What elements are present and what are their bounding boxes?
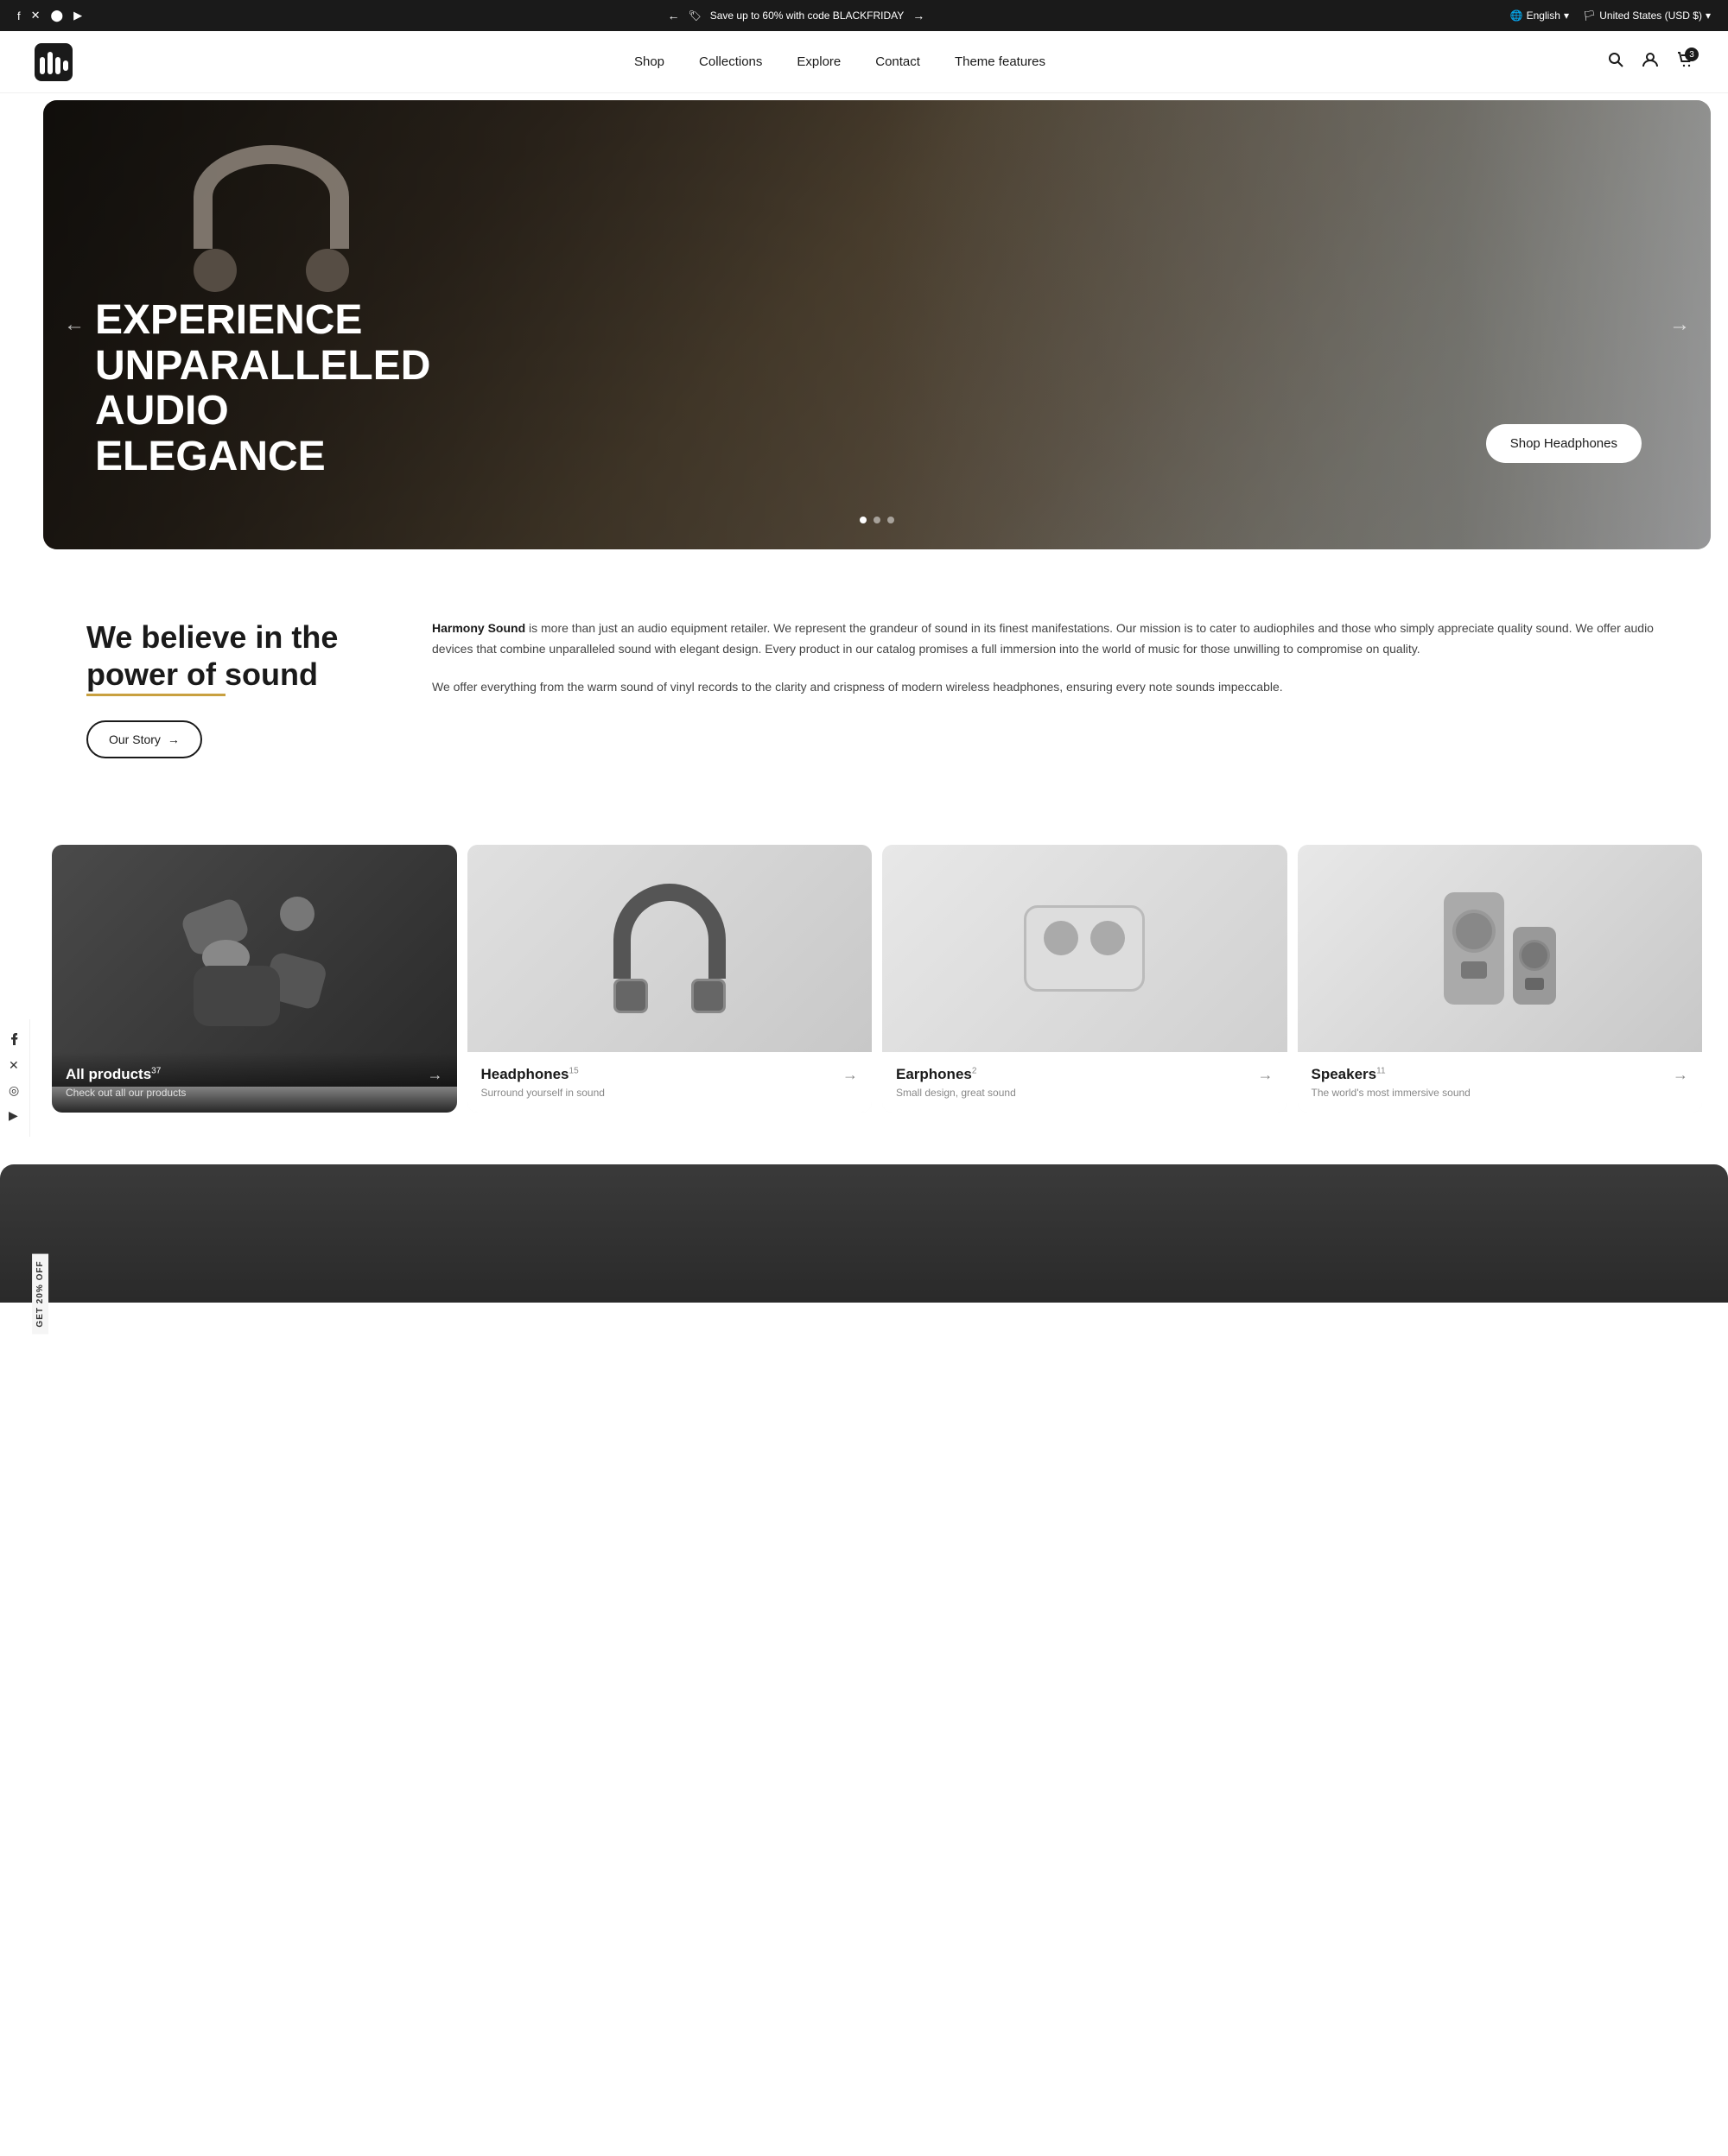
belief-para2: We offer everything from the warm sound … xyxy=(432,677,1676,698)
side-facebook-icon[interactable] xyxy=(9,1033,21,1048)
headphones-title-row: Headphones15 Surround yourself in sound … xyxy=(481,1066,859,1099)
headphones-bg xyxy=(467,845,873,1052)
youtube-icon[interactable]: ▶ xyxy=(73,9,82,22)
earphones-title-row: Earphones2 Small design, great sound → xyxy=(896,1066,1274,1099)
search-button[interactable] xyxy=(1607,51,1624,73)
speakers-bg xyxy=(1298,845,1703,1052)
main-nav: Shop Collections Explore Contact Theme f… xyxy=(634,54,1045,69)
account-icon xyxy=(1642,51,1659,68)
cart-button[interactable]: 3 xyxy=(1676,51,1693,73)
collection-card-headphones[interactable]: Headphones15 Surround yourself in sound … xyxy=(467,845,873,1113)
all-products-bg xyxy=(52,845,457,1087)
site-header: Shop Collections Explore Contact Theme f… xyxy=(0,31,1728,93)
hero-dot-1[interactable] xyxy=(860,517,867,523)
all-products-label: All products37 Check out all our product… xyxy=(52,1052,457,1113)
shop-headphones-button[interactable]: Shop Headphones xyxy=(1486,424,1642,463)
earphones-name-group: Earphones2 Small design, great sound xyxy=(896,1066,1016,1099)
nav-collections[interactable]: Collections xyxy=(699,54,762,69)
belief-section: We believe in the power of sound Our Sto… xyxy=(35,549,1728,828)
all-products-graphic xyxy=(176,888,332,1043)
hero-dots xyxy=(860,517,894,523)
search-icon xyxy=(1607,51,1624,68)
hero-headphone-graphic xyxy=(176,145,366,318)
hero-dot-3[interactable] xyxy=(887,517,894,523)
hero-dot-2[interactable] xyxy=(874,517,880,523)
twitter-icon[interactable]: ✕ xyxy=(31,9,41,22)
nav-shop[interactable]: Shop xyxy=(634,54,664,69)
header-right-info: 🌐 English ▾ 🏳 United States (USD $) ▾ xyxy=(1510,10,1711,22)
promo-next-button[interactable]: → xyxy=(912,9,924,22)
facebook-icon[interactable]: f xyxy=(17,10,21,22)
belief-headline: We believe in the power of sound xyxy=(86,618,363,693)
collections-grid: All products37 Check out all our product… xyxy=(52,845,1702,1113)
belief-right-column: Harmony Sound is more than just an audio… xyxy=(432,618,1676,714)
all-products-name: All products37 xyxy=(66,1066,161,1082)
headphones-desc: Surround yourself in sound xyxy=(481,1087,605,1099)
collection-title-row: All products37 Check out all our product… xyxy=(66,1066,443,1099)
collection-card-speakers[interactable]: Speakers11 The world's most immersive so… xyxy=(1298,845,1703,1113)
nav-contact[interactable]: Contact xyxy=(875,54,920,69)
collection-card-all[interactable]: All products37 Check out all our product… xyxy=(52,845,457,1113)
nav-theme-features[interactable]: Theme features xyxy=(955,54,1045,69)
headphones-name-group: Headphones15 Surround yourself in sound xyxy=(481,1066,605,1099)
hero-banner: EXPERIENCE UNPARALLELED AUDIO ELEGANCE S… xyxy=(43,100,1711,549)
site-logo[interactable] xyxy=(35,43,73,81)
nav-explore[interactable]: Explore xyxy=(797,54,841,69)
earphones-name: Earphones2 xyxy=(896,1066,976,1082)
headphones-graphic xyxy=(613,884,726,1013)
header-actions: 3 xyxy=(1607,51,1693,73)
region-selector[interactable]: 🏳 United States (USD $) ▾ xyxy=(1583,10,1711,22)
promo-icon: 🏷 xyxy=(688,10,701,22)
speakers-name: Speakers11 xyxy=(1312,1066,1386,1082)
side-twitter-icon[interactable]: ✕ xyxy=(9,1058,21,1073)
speakers-desc: The world's most immersive sound xyxy=(1312,1087,1471,1099)
hero-content: EXPERIENCE UNPARALLELED AUDIO ELEGANCE xyxy=(95,298,458,480)
our-story-button[interactable]: Our Story → xyxy=(86,720,202,758)
hero-cta-area: Shop Headphones xyxy=(1486,424,1642,463)
instagram-icon[interactable]: ⬤ xyxy=(51,9,64,22)
promo-prev-button[interactable]: ← xyxy=(667,9,679,22)
side-discount-label[interactable]: GET 20% OFF xyxy=(32,1253,48,1334)
side-social-bar: ✕ ◎ ▶ xyxy=(0,1019,30,1137)
side-instagram-icon[interactable]: ◎ xyxy=(9,1083,21,1098)
all-products-arrow[interactable]: → xyxy=(428,1066,443,1084)
promo-text: Save up to 60% with code BLACKFRIDAY xyxy=(710,10,905,22)
promo-message: ← 🏷 Save up to 60% with code BLACKFRIDAY… xyxy=(667,9,924,22)
headphones-name: Headphones15 xyxy=(481,1066,579,1082)
belief-headline-accent: power of sound xyxy=(86,656,318,693)
social-links: f ✕ ⬤ ▶ xyxy=(17,9,82,22)
speakers-arrow[interactable]: → xyxy=(1673,1066,1688,1084)
hero-next-button[interactable]: → xyxy=(1669,313,1690,337)
dark-bottom-section xyxy=(0,1164,1728,1303)
collections-section: All products37 Check out all our product… xyxy=(35,828,1719,1164)
earphones-bg xyxy=(882,845,1287,1052)
all-products-desc: Check out all our products xyxy=(66,1087,186,1099)
earphones-graphic xyxy=(1024,905,1145,992)
collection-card-earphones[interactable]: Earphones2 Small design, great sound → xyxy=(882,845,1287,1113)
collection-name-group: All products37 Check out all our product… xyxy=(66,1066,186,1099)
language-selector[interactable]: 🌐 English ▾ xyxy=(1510,10,1569,22)
speakers-graphic xyxy=(1444,892,1556,1005)
earphones-label: Earphones2 Small design, great sound → xyxy=(882,1052,1287,1113)
earphones-desc: Small design, great sound xyxy=(896,1087,1016,1099)
side-youtube-icon[interactable]: ▶ xyxy=(9,1108,21,1123)
headphones-arrow[interactable]: → xyxy=(842,1066,858,1084)
logo-icon xyxy=(35,43,73,81)
hero-title: EXPERIENCE UNPARALLELED AUDIO ELEGANCE xyxy=(95,298,458,480)
speakers-label: Speakers11 The world's most immersive so… xyxy=(1298,1052,1703,1113)
headphones-label: Headphones15 Surround yourself in sound … xyxy=(467,1052,873,1113)
belief-para1: Harmony Sound is more than just an audio… xyxy=(432,618,1676,660)
arrow-right-icon: → xyxy=(168,732,180,746)
earphones-arrow[interactable]: → xyxy=(1258,1066,1274,1084)
speakers-title-row: Speakers11 The world's most immersive so… xyxy=(1312,1066,1689,1099)
belief-left-column: We believe in the power of sound Our Sto… xyxy=(86,618,363,758)
speakers-name-group: Speakers11 The world's most immersive so… xyxy=(1312,1066,1471,1099)
cart-count: 3 xyxy=(1685,48,1699,61)
account-button[interactable] xyxy=(1642,51,1659,73)
announcement-bar: f ✕ ⬤ ▶ ← 🏷 Save up to 60% with code BLA… xyxy=(0,0,1728,31)
hero-prev-button[interactable]: ← xyxy=(64,313,85,337)
